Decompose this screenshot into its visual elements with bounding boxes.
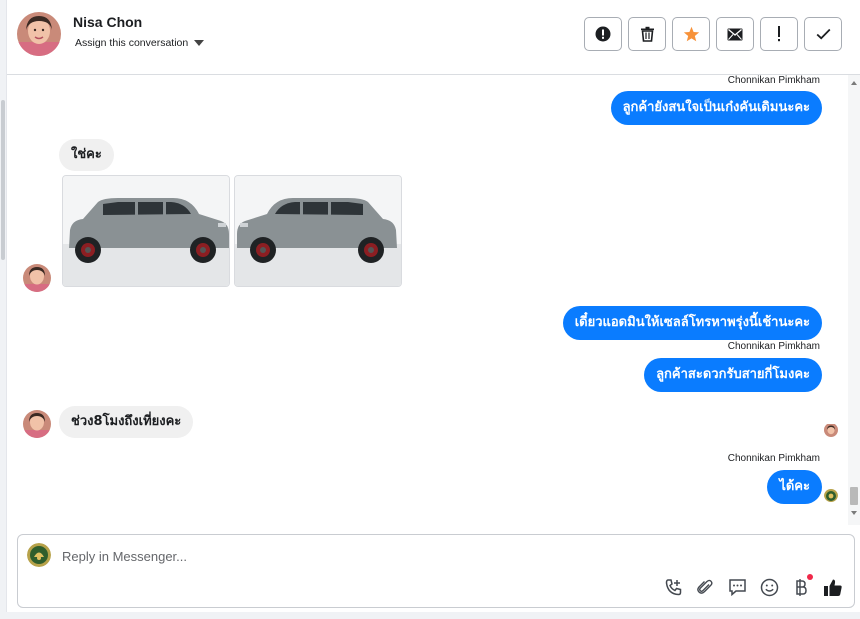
thread-scrollbar[interactable]	[848, 75, 860, 525]
notification-dot	[807, 574, 813, 580]
chevron-down-icon	[194, 40, 205, 46]
trash-icon	[640, 26, 654, 42]
follow-up-button[interactable]	[760, 17, 798, 51]
outgoing-message[interactable]: ลูกค้ายังสนใจเป็นเก๋งคันเดิมนะคะ	[610, 91, 822, 125]
conversation-header: Nisa Chon Assign this conversation	[7, 0, 860, 75]
spam-button[interactable]	[584, 17, 622, 51]
contact-avatar-small[interactable]	[23, 410, 51, 438]
like-button[interactable]	[823, 576, 843, 598]
page-avatar	[27, 543, 51, 567]
reply-input[interactable]	[62, 547, 622, 565]
paperclip-icon	[697, 579, 713, 594]
contact-name[interactable]: Nisa Chon	[73, 14, 142, 30]
outgoing-message[interactable]: เดี๋ยวแอดมินให้เซลล์โทรหาพรุ่งนี้เช้านะค…	[562, 306, 822, 340]
outgoing-message[interactable]: ได้คะ	[767, 470, 822, 504]
message-thread[interactable]: Chonnikan Pimkham ลูกค้ายังสนใจเป็นเก๋งค…	[7, 75, 847, 525]
exclamation-icon	[778, 26, 780, 42]
thread-scrollbar-thumb[interactable]	[850, 487, 858, 505]
chat-bubble-icon	[728, 579, 746, 596]
contact-avatar[interactable]	[17, 12, 61, 56]
mark-unread-button[interactable]	[716, 17, 754, 51]
assign-conversation-dropdown[interactable]: Assign this conversation	[75, 37, 205, 49]
emoji-button[interactable]	[759, 576, 779, 598]
alert-circle-icon	[595, 26, 611, 42]
baht-icon	[796, 578, 807, 596]
star-icon	[683, 26, 699, 42]
car-photo-1[interactable]	[62, 175, 230, 287]
conversation-actions	[584, 17, 842, 51]
call-button[interactable]	[663, 576, 683, 598]
checkmark-icon	[816, 28, 830, 40]
smiley-icon	[760, 578, 778, 596]
page-seen-icon	[824, 488, 838, 502]
message-sender-name: Chonnikan Pimkham	[727, 75, 820, 86]
incoming-message[interactable]: ใช่คะ	[59, 139, 114, 171]
star-button[interactable]	[672, 17, 710, 51]
mark-done-button[interactable]	[804, 17, 842, 51]
left-scrollbar[interactable]	[0, 0, 7, 619]
contact-avatar-small[interactable]	[23, 264, 51, 292]
phone-add-icon	[665, 578, 681, 595]
scroll-down-icon[interactable]	[851, 511, 857, 515]
envelope-icon	[727, 28, 743, 40]
saved-replies-button[interactable]	[727, 576, 747, 598]
delete-button[interactable]	[628, 17, 666, 51]
message-sender-name: Chonnikan Pimkham	[727, 453, 820, 464]
payment-button[interactable]	[791, 574, 813, 598]
attach-file-button[interactable]	[695, 576, 715, 598]
message-sender-name: Chonnikan Pimkham	[727, 341, 820, 352]
car-photo-2[interactable]	[234, 175, 402, 287]
thumbs-up-icon	[824, 579, 842, 596]
incoming-message[interactable]: ช่วง8โมงถึงเที่ยงคะ	[59, 406, 194, 438]
assign-label: Assign this conversation	[75, 37, 189, 49]
outgoing-message[interactable]: ลูกค้าสะดวกรับสายกี่โมงคะ	[644, 358, 822, 392]
seen-avatar	[824, 423, 838, 437]
reply-composer	[17, 534, 855, 608]
scroll-up-icon[interactable]	[851, 81, 857, 85]
composer-tools	[663, 574, 843, 598]
left-scrollbar-thumb[interactable]	[1, 100, 5, 260]
bottom-border	[0, 612, 860, 619]
